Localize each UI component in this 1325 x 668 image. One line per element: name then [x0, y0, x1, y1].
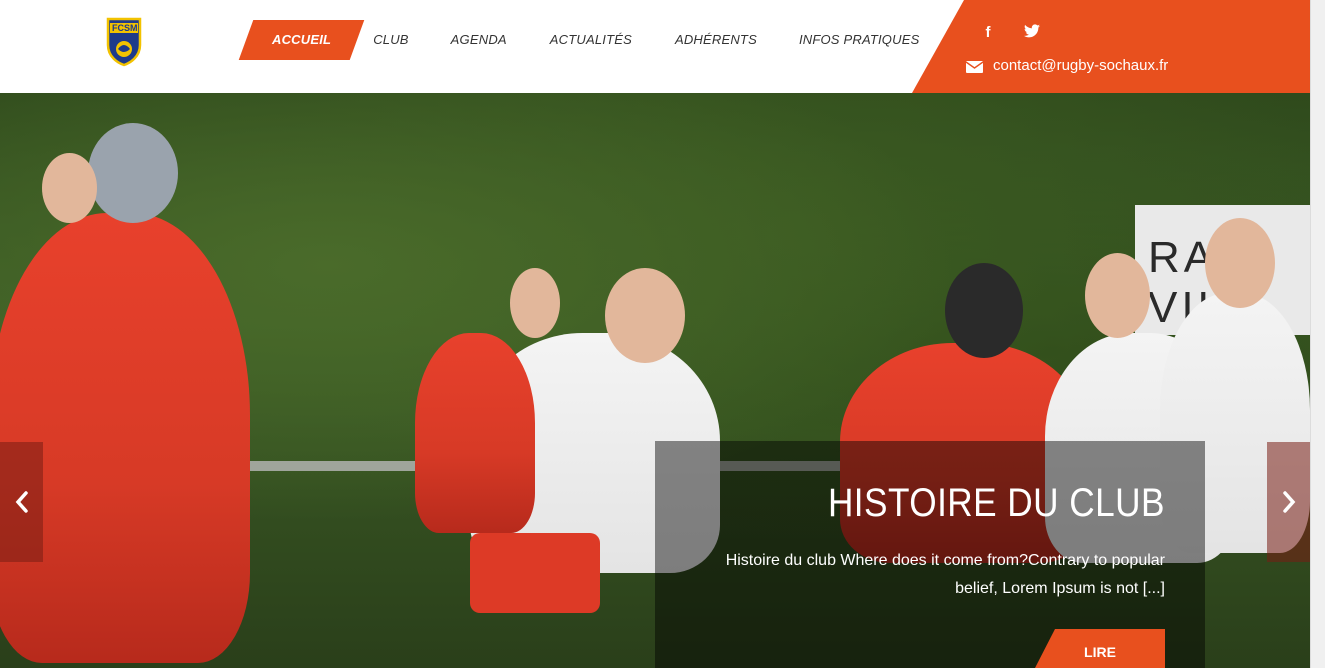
site-header: FCSM ACCUEIL CLUB AGENDA ACTUALITÉS ADHÉ… — [0, 0, 1310, 93]
club-logo[interactable]: FCSM — [104, 15, 144, 67]
nav-agenda[interactable]: AGENDA — [451, 20, 507, 60]
hero-slider: RAM VIL HISTOIRE DU CLUB Histoire du clu… — [0, 93, 1310, 668]
twitter-icon[interactable] — [1024, 24, 1040, 42]
player-right-1-head — [945, 263, 1023, 358]
nav-accueil[interactable]: ACCUEIL — [246, 20, 357, 60]
contact-email[interactable]: contact@rugby-sochaux.fr — [993, 57, 1168, 74]
chevron-left-icon — [15, 491, 28, 513]
slide-title: HISTOIRE DU CLUB — [828, 481, 1165, 525]
player-mid-head — [510, 268, 560, 338]
player-mid — [415, 333, 535, 533]
player-right-3-head — [1205, 218, 1275, 308]
player-ball-carrier-shorts — [470, 533, 600, 613]
slide-excerpt: Histoire du club Where does it come from… — [725, 552, 1165, 597]
slider-prev-button[interactable] — [0, 442, 43, 562]
read-more-button[interactable]: LIRE — [1035, 629, 1165, 668]
player-ball-carrier-head — [605, 268, 685, 363]
main-nav: ACCUEIL CLUB AGENDA ACTUALITÉS ADHÉRENTS… — [246, 20, 919, 60]
contact-email-line[interactable]: contact@rugby-sochaux.fr — [965, 57, 1168, 74]
nav-adherents[interactable]: ADHÉRENTS — [675, 20, 757, 60]
player-right-2-head — [1085, 253, 1150, 338]
player-left-head — [88, 123, 178, 223]
contact-panel: f contact@rugby-sochaux.fr — [912, 0, 1310, 93]
player-left — [0, 213, 250, 663]
facebook-icon[interactable]: f — [980, 24, 996, 42]
nav-infos-pratiques[interactable]: INFOS PRATIQUES — [799, 20, 920, 60]
chevron-right-icon — [1282, 491, 1295, 513]
envelope-icon — [965, 60, 984, 73]
slide-caption: HISTOIRE DU CLUB Histoire du club Where … — [655, 441, 1205, 668]
nav-club[interactable]: CLUB — [373, 20, 408, 60]
slider-next-button[interactable] — [1267, 442, 1310, 562]
player-far-left-head — [42, 153, 97, 223]
nav-actualites[interactable]: ACTUALITÉS — [550, 20, 632, 60]
page-scrollbar[interactable] — [1310, 0, 1325, 668]
social-links: f — [980, 24, 1040, 42]
logo-text: FCSM — [112, 23, 138, 33]
